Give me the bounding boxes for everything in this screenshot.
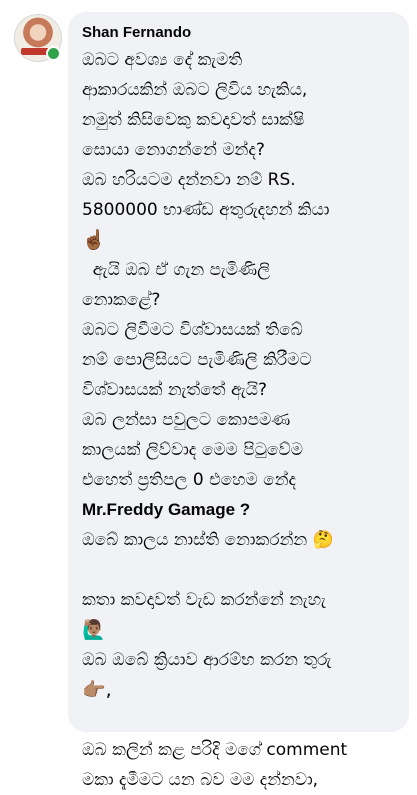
pointing-right-hand-icon: 👉🏽, [82,679,112,701]
comment-line: නම් පොලිසියට පැමිණිලි කිරීමට [82,350,312,370]
comment-line: ☝🏾 [82,225,397,255]
comment-line: නොකළේ? [82,290,161,310]
online-status-icon [46,46,61,61]
comment-line: මකා දැමීමට යන බව මම දන්නවා, [82,770,319,790]
comment-line: ඔබ ඔබේ ක්‍රියාව ආරම්භ කරන තුරු [82,650,332,670]
comment-blank-line [82,705,397,735]
comment-line: එහෙත් ප්‍රතිපල 0 එහෙම නේද [82,470,297,490]
avatar-container[interactable] [14,14,62,62]
comment-line: ඔබ හරියටම දන්නවා නම් RS. [82,170,296,190]
pointing-up-hand-icon: ☝🏾 [82,229,106,251]
comment-line: 5800000 භාණ්ඩ අතුරුදහන් කියා [82,200,330,220]
comment-line: ඔබට ලිවීමට විශ්වාසයක් තිබේ [82,320,303,340]
comment-line: සොයා නොගන්නේ මන්ද? [82,140,265,160]
comment-line: ආකාරයකින් ඔබට ලිවිය හැකිය, [82,80,308,100]
comment-line: 👉🏽, [82,675,397,705]
person-raising-hand-icon: 🙋🏽‍♂️ [82,619,106,641]
comment-blank-line [82,555,397,585]
comment-line-tag: Mr.Freddy Gamage ? [82,495,397,525]
comment-line: 🙋🏽‍♂️ [82,615,397,645]
comment-line: කාලයක් ලිව්වාද මෙම පිටුවේම [82,440,303,460]
comment-line: ඔබට අවශ්‍ය දේ කැමති [82,50,243,70]
tagged-user-link[interactable]: Mr.Freddy Gamage ? [82,500,250,519]
comment-line: කතා කවදාවත් වැඩ කරන්නේ නැහැ [82,590,326,610]
comment-bubble: Shan Fernando ඔබට අවශ්‍ය දේ කැමති ආකාරයක… [68,12,409,790]
comment-line: විශ්වාසයක් නැත්තේ ඇයි? [82,380,267,400]
comment-line: ඔබේ කාලය නාස්ති නොකරන්න 🤔 [82,530,334,550]
comment-text: ඔබට අවශ්‍ය දේ කැමති ආකාරයකින් ඔබට ලිවිය … [82,45,397,795]
comment-line: ඔබ ලන්සා පවුලට කොපමණ [82,410,291,430]
comment-line: ඇයි ඔබ ඒ ගැන පැමිණිලි [82,260,271,280]
comment-line: නමුත් කිසිවෙකු කවදාවත් සාක්ෂි [82,110,305,130]
comment-author[interactable]: Shan Fernando [82,22,397,44]
comment-line: ඔබ කලින් කළ පරිදි මගේ comment [82,740,348,760]
